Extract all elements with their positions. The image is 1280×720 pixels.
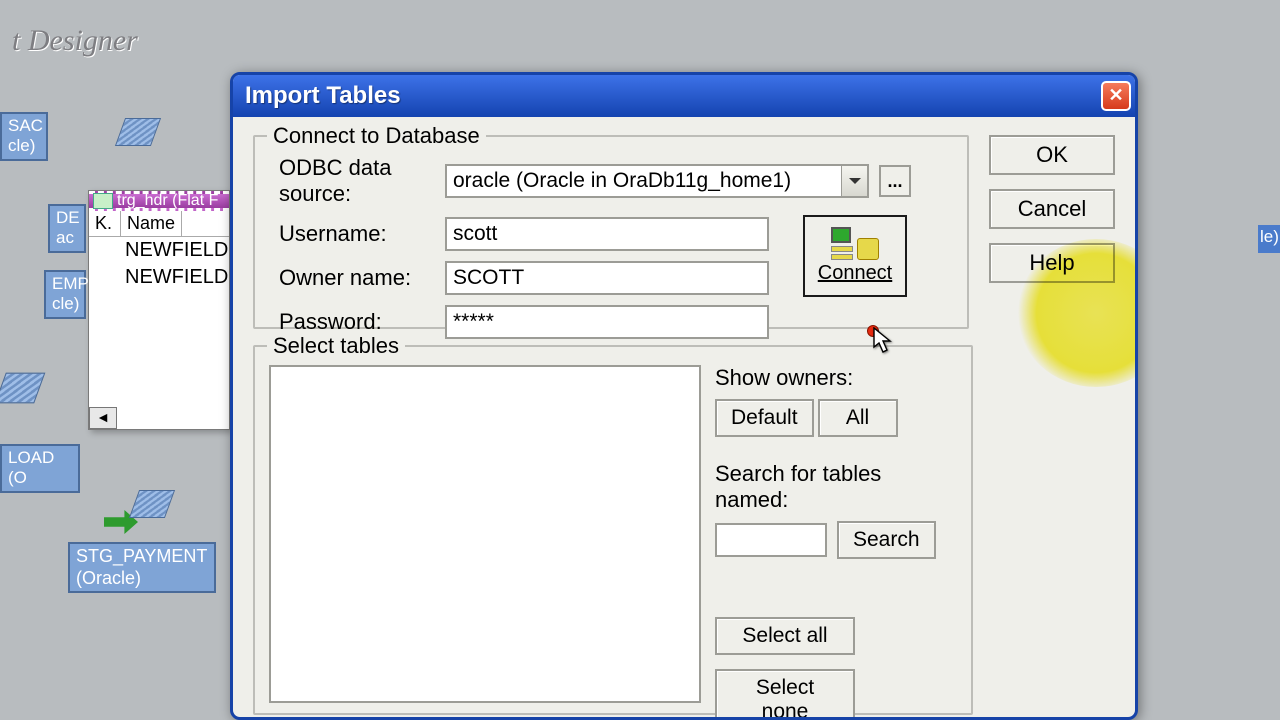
owner-name-field[interactable] (445, 261, 769, 295)
bg-node-emp: EMPcle) (44, 270, 86, 319)
grid-tab-header[interactable]: trg_hdr (Flat F (89, 191, 229, 211)
search-button[interactable]: Search (837, 521, 936, 559)
connect-icon (831, 227, 879, 260)
search-input[interactable] (715, 523, 827, 557)
import-tables-dialog: Import Tables ✕ Connect to Database ODBC… (230, 72, 1138, 720)
group-legend: Connect to Database (267, 123, 486, 149)
bg-node-sac: SACcle) (0, 112, 48, 161)
close-button[interactable]: ✕ (1101, 81, 1131, 111)
col-name[interactable]: Name (121, 211, 182, 236)
show-owners-default-button[interactable]: Default (715, 399, 814, 437)
bg-field-grid: trg_hdr (Flat F K. Name NEWFIELD NEWFIEL… (88, 190, 230, 430)
connect-button[interactable]: Connect (803, 215, 907, 297)
grid-columns: K. Name (89, 211, 229, 237)
tables-listbox[interactable] (269, 365, 701, 703)
odbc-label: ODBC data source: (279, 155, 445, 207)
col-k[interactable]: K. (89, 211, 121, 236)
table-row[interactable]: NEWFIELD (89, 264, 229, 291)
connect-button-label: Connect (818, 262, 893, 285)
scroll-left-button[interactable]: ◄ (89, 407, 117, 429)
select-all-button[interactable]: Select all (715, 617, 855, 655)
search-label: Search for tables named: (715, 461, 959, 513)
show-owners-label: Show owners: (715, 365, 959, 391)
bg-node-load: LOAD (O (0, 444, 80, 493)
odbc-data-source-combo[interactable]: oracle (Oracle in OraDb11g_home1) (445, 164, 869, 198)
app-title: t Designer (12, 24, 138, 58)
grid-tab-label: trg_hdr (Flat F (117, 192, 218, 210)
cancel-button[interactable]: Cancel (989, 189, 1115, 229)
username-label: Username: (279, 221, 445, 247)
click-indicator-icon (867, 325, 879, 337)
odbc-browse-button[interactable]: ... (879, 165, 911, 197)
odbc-value: oracle (Oracle in OraDb11g_home1) (447, 169, 791, 193)
bg-node-fragment: le) (1258, 225, 1280, 253)
close-icon: ✕ (1108, 85, 1123, 105)
show-owners-all-button[interactable]: All (818, 399, 898, 437)
password-field[interactable] (445, 305, 769, 339)
chevron-down-icon[interactable] (841, 166, 867, 196)
group-legend: Select tables (267, 333, 405, 359)
connect-to-database-group: Connect to Database ODBC data source: or… (253, 135, 969, 329)
bg-table-icon (0, 373, 45, 404)
table-row[interactable]: NEWFIELD (89, 237, 229, 264)
select-none-button[interactable]: Select none (715, 669, 855, 720)
password-label: Password: (279, 309, 445, 335)
bg-node-stg-payment: STG_PAYMENT(Oracle) (68, 542, 216, 593)
username-field[interactable] (445, 217, 769, 251)
dialog-titlebar[interactable]: Import Tables ✕ (233, 75, 1135, 117)
ok-button[interactable]: OK (989, 135, 1115, 175)
dialog-title: Import Tables (245, 82, 401, 110)
bg-table-icon (129, 490, 175, 518)
source-icon (93, 193, 113, 209)
owner-label: Owner name: (279, 265, 445, 291)
bg-table-icon (115, 118, 161, 146)
bg-node-de: DEac (48, 204, 86, 253)
help-button[interactable]: Help (989, 243, 1115, 283)
select-tables-group: Select tables Show owners: Default All S… (253, 345, 973, 715)
